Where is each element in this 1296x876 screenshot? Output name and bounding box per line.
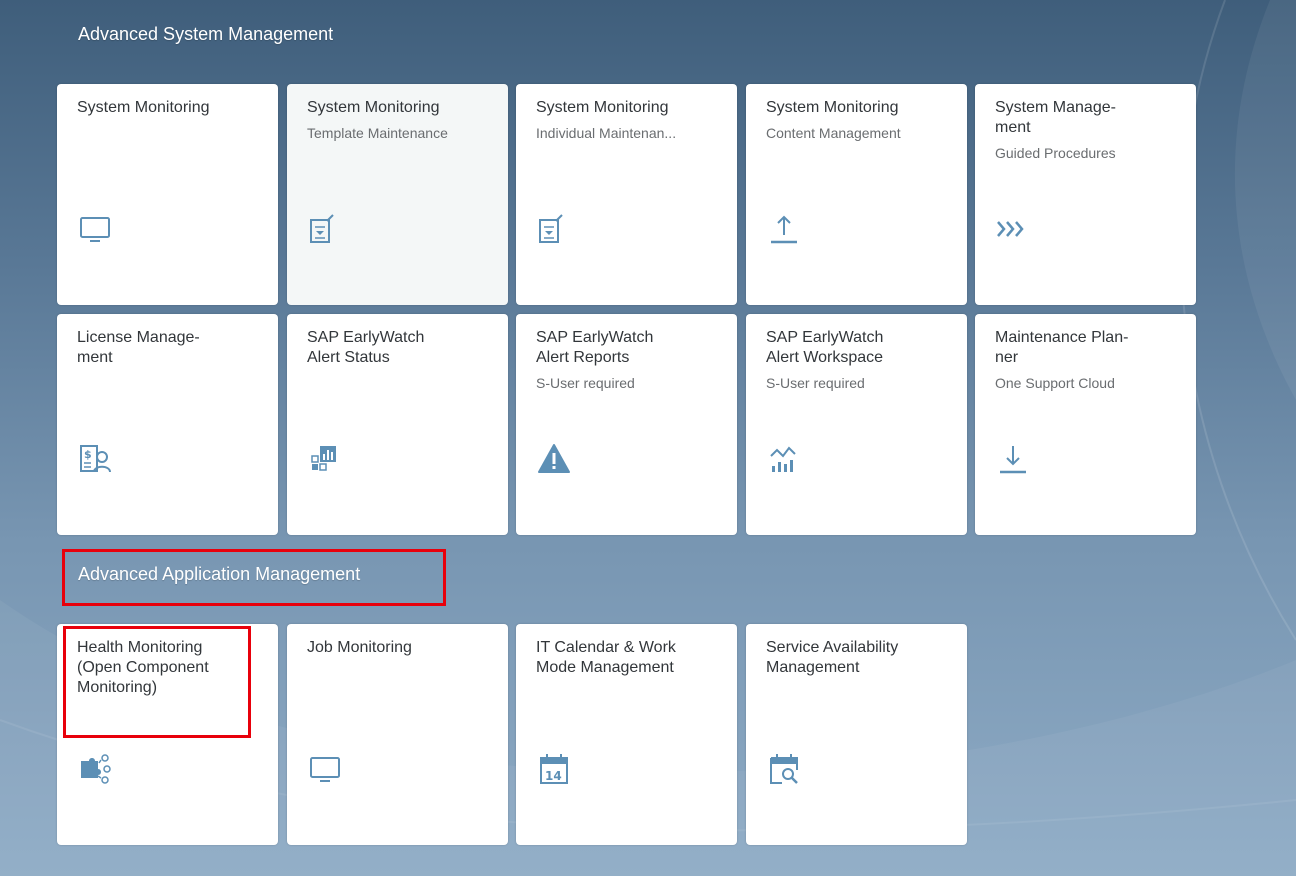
tile-system-monitoring-template-maintenance[interactable]: System Monitoring Template Maintenance — [287, 84, 508, 305]
tile-title: SAP EarlyWatch Alert Reports — [536, 329, 654, 366]
process-icon — [997, 221, 1024, 237]
tile-title: Health Monitoring (Open Component Monito… — [77, 639, 209, 696]
calendar-search-icon — [770, 754, 798, 784]
warning-icon — [538, 444, 570, 473]
tile-health-monitoring[interactable]: Health Monitoring (Open Component Monito… — [57, 624, 278, 845]
tile-title: Job Monitoring — [307, 639, 412, 656]
license-icon: $ — [80, 445, 111, 473]
tile-job-monitoring[interactable]: Job Monitoring — [287, 624, 508, 845]
monitor-icon — [310, 757, 340, 782]
tile-title: License Manage- ment — [77, 329, 200, 366]
puzzle-network-icon — [81, 754, 111, 784]
upload-icon — [771, 215, 797, 244]
tile-system-management-guided-procedures[interactable]: System Manage- ment Guided Procedures — [975, 84, 1196, 305]
group-title-advanced-system-management: Advanced System Management — [78, 24, 334, 44]
tile-title: System Monitoring — [536, 99, 669, 116]
tile-subtitle: Individual Maintenan... — [536, 125, 677, 141]
tile-earlywatch-alert-workspace[interactable]: SAP EarlyWatch Alert Workspace S-User req… — [746, 314, 967, 535]
tile-license-management[interactable]: License Manage- ment $ — [57, 314, 278, 535]
group-title-advanced-application-management: Advanced Application Management — [78, 564, 361, 584]
tile-subtitle: One Support Cloud — [995, 375, 1115, 391]
tile-system-monitoring[interactable]: System Monitoring — [57, 84, 278, 305]
svg-text:14: 14 — [545, 769, 562, 783]
tile-service-availability-management[interactable]: Service Availability Management — [746, 624, 967, 845]
tile-title: Service Availability Management — [766, 639, 899, 676]
tile-title: System Manage- ment — [995, 99, 1116, 136]
tile-title: Maintenance Plan- ner — [995, 329, 1129, 366]
tile-earlywatch-alert-status[interactable]: SAP EarlyWatch Alert Status — [287, 314, 508, 535]
edit-document-icon — [539, 214, 563, 243]
tile-subtitle: S-User required — [536, 375, 635, 391]
tile-earlywatch-alert-reports[interactable]: SAP EarlyWatch Alert Reports S-User requi… — [516, 314, 737, 535]
performance-chart-icon — [770, 446, 796, 472]
tile-title: System Monitoring — [766, 99, 899, 116]
svg-text:$: $ — [84, 448, 92, 461]
tile-subtitle: Content Management — [766, 125, 901, 141]
tile-subtitle: Guided Procedures — [995, 145, 1116, 161]
tile-subtitle: S-User required — [766, 375, 865, 391]
tile-system-monitoring-content-management[interactable]: System Monitoring Content Management — [746, 84, 967, 305]
tile-system-monitoring-individual-maintenance[interactable]: System Monitoring Individual Maintenan... — [516, 84, 737, 305]
tile-title: SAP EarlyWatch Alert Workspace — [766, 329, 884, 366]
download-icon — [1000, 446, 1026, 474]
tile-title: System Monitoring — [77, 99, 210, 116]
calendar-icon: 14 — [540, 754, 568, 784]
edit-document-icon — [310, 214, 334, 243]
tile-title: IT Calendar & Work Mode Management — [536, 639, 676, 676]
tile-title: System Monitoring — [307, 99, 440, 116]
monitor-icon — [80, 217, 110, 242]
tile-subtitle: Template Maintenance — [307, 125, 448, 141]
tile-maintenance-planner[interactable]: Maintenance Plan- ner One Support Cloud — [975, 314, 1196, 535]
tile-title: SAP EarlyWatch Alert Status — [307, 329, 425, 366]
tile-it-calendar-work-mode-management[interactable]: IT Calendar & Work Mode Management 14 — [516, 624, 737, 845]
dashboard-icon — [311, 446, 336, 471]
